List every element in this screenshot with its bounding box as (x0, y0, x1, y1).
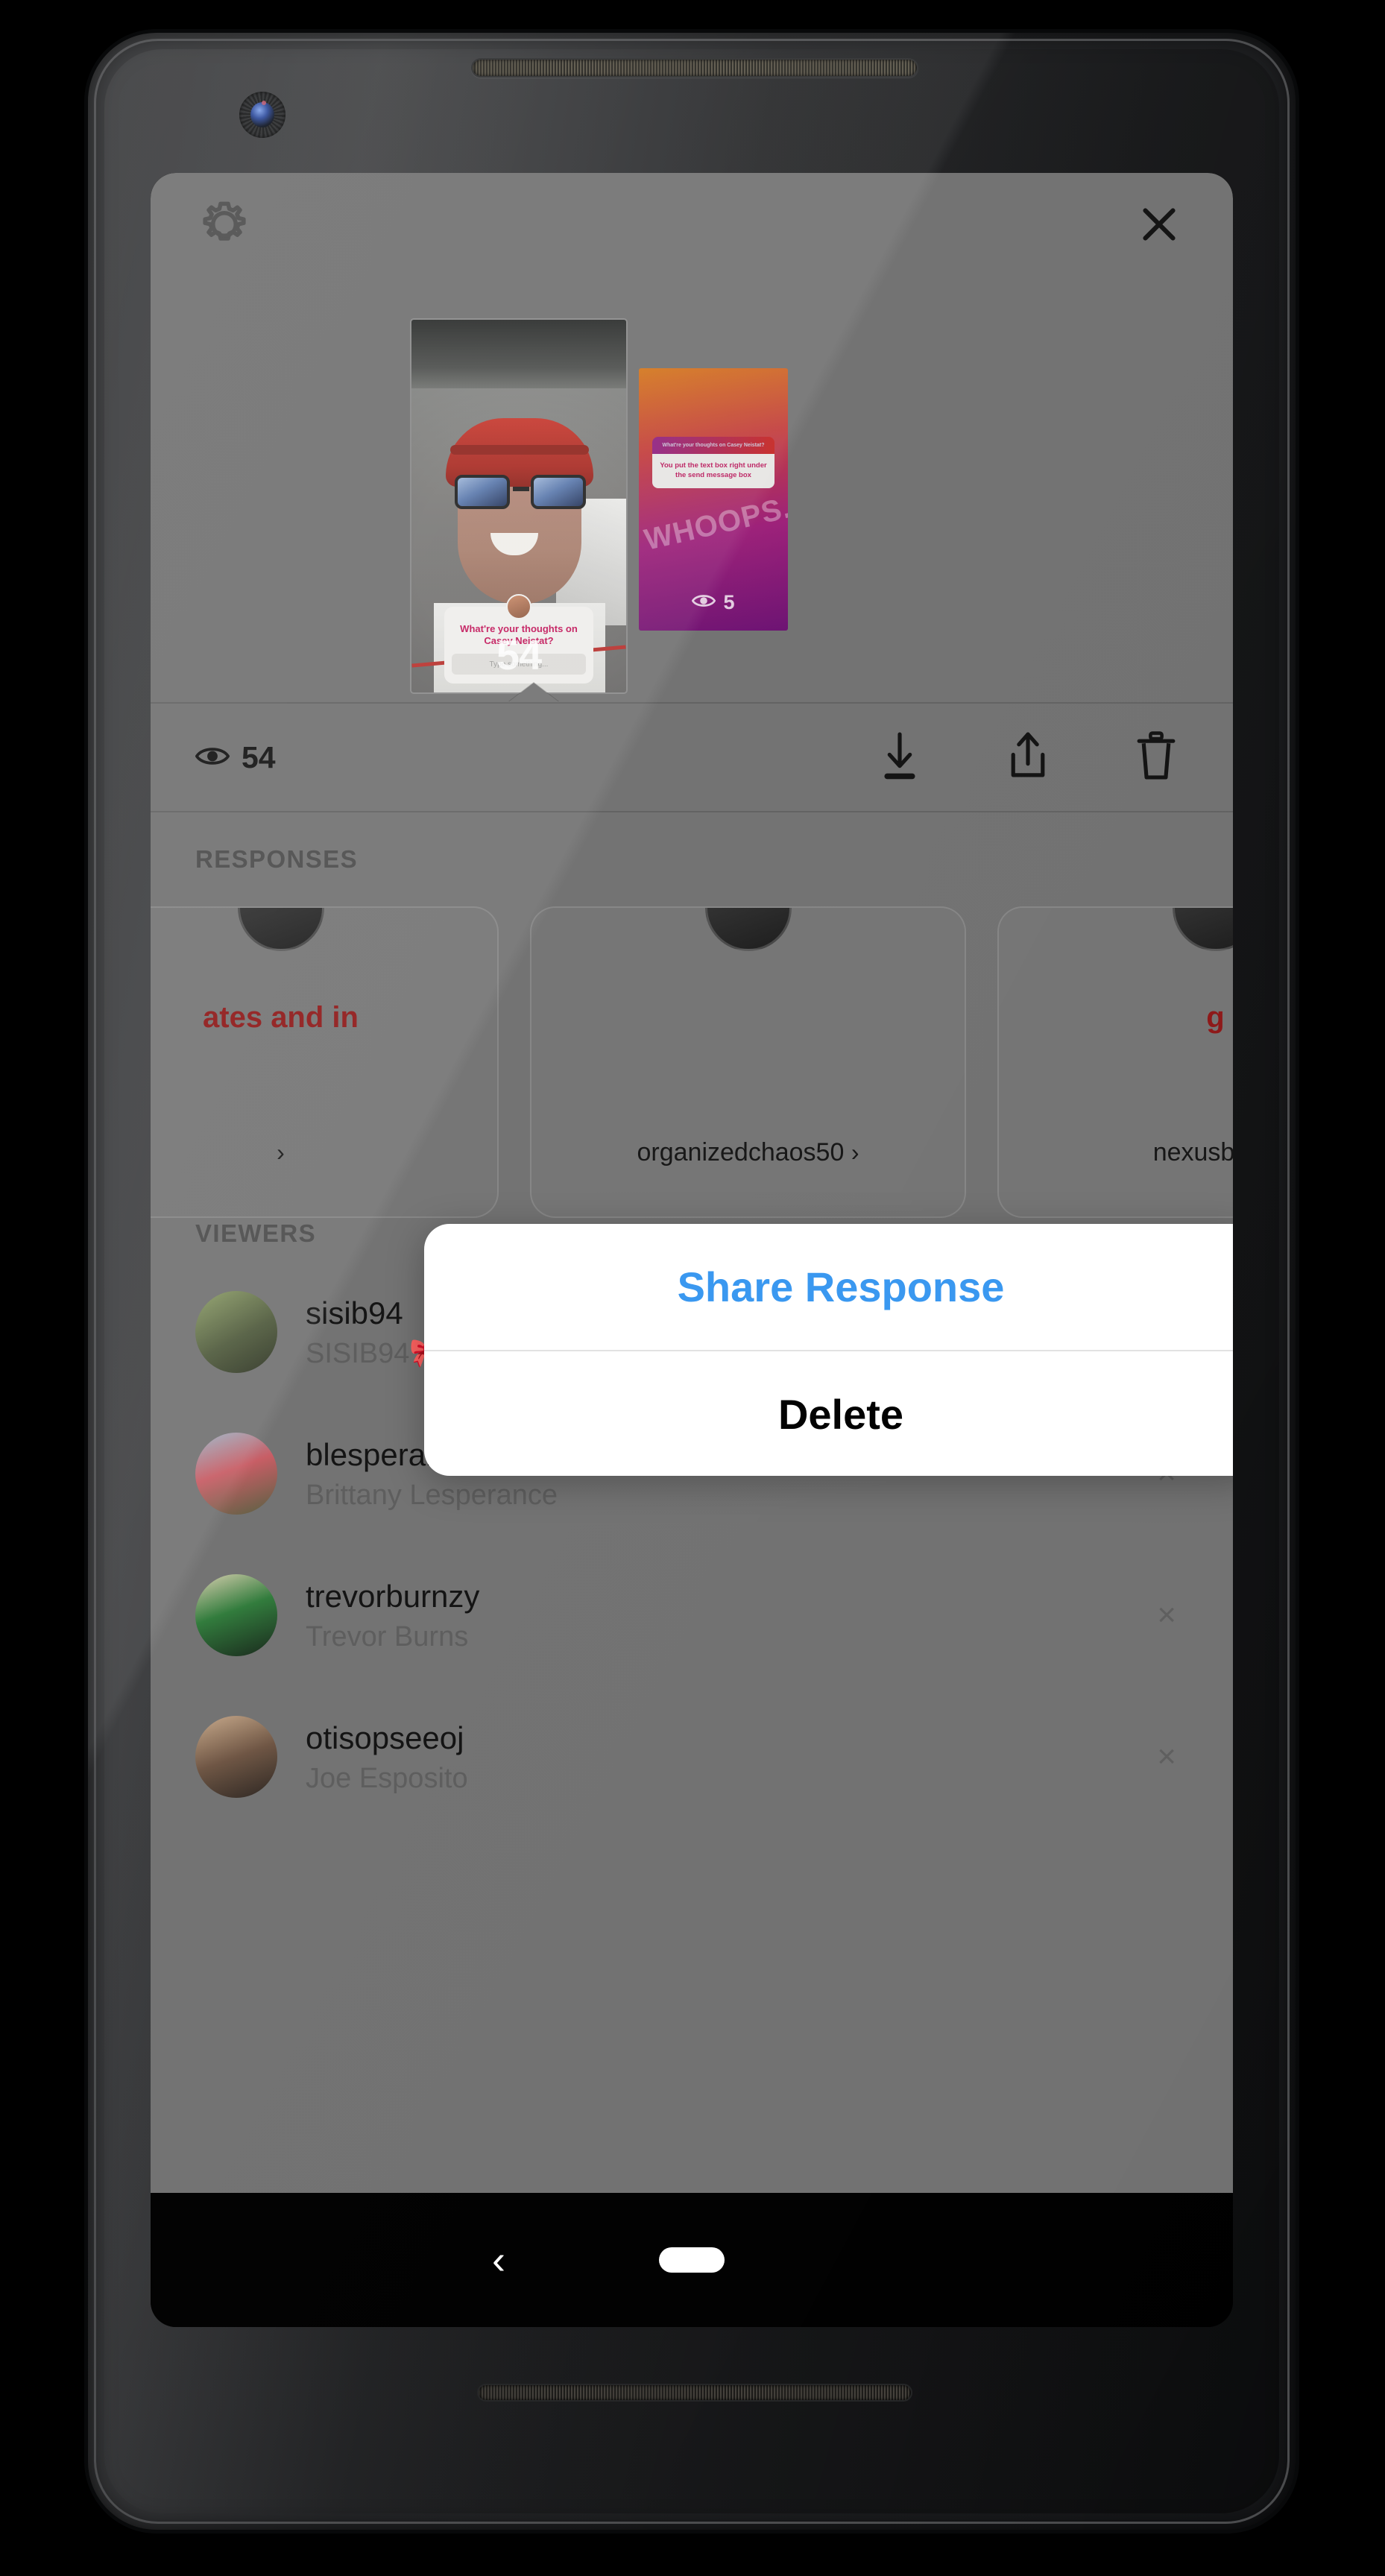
home-pill-button[interactable] (659, 2247, 725, 2273)
story-cap-strap (450, 445, 589, 455)
response-username: organizedchaos50 (637, 1138, 845, 1167)
viewer-meta: trevorburnzy Trevor Burns (306, 1577, 479, 1653)
trash-icon[interactable] (1133, 730, 1179, 786)
sticker-question: What're your thoughts on Casey Neistat? (652, 437, 774, 455)
screenshot-root: What're your thoughts on Casey Neistat? … (0, 0, 1385, 2576)
chevron-right-icon: › (851, 1139, 859, 1166)
selected-story-caret (508, 683, 559, 702)
story-insights-sheet: What're your thoughts on Casey Neistat? … (151, 173, 1233, 2193)
responses-list: ates and in › organizedchaos50 › g nexus… (151, 874, 1233, 1218)
response-card[interactable]: ates and in › (151, 906, 499, 1218)
sticker-avatar (506, 593, 531, 619)
glasses-bridge (513, 487, 529, 491)
remove-viewer-icon[interactable]: × (1157, 1740, 1176, 1773)
back-button[interactable]: ‹ (492, 2240, 505, 2280)
viewer-fullname: Brittany Lesperance (306, 1479, 558, 1511)
speaker-grille-bottom (477, 2384, 912, 2402)
response-username: nexusben (1152, 1138, 1233, 1167)
story-sunglasses (453, 475, 587, 511)
avatar (195, 1433, 277, 1515)
lens-right (531, 475, 586, 509)
question-sticker-answered: What're your thoughts on Casey Neistat? … (652, 437, 774, 488)
eye-icon (692, 591, 716, 614)
story-view-count-group: 5 (639, 591, 788, 614)
front-camera (239, 92, 285, 138)
story-view-count: 5 (723, 591, 735, 613)
avatar (1172, 908, 1233, 951)
response-text: g (1206, 1001, 1225, 1034)
story-actions-bar: 54 (151, 702, 1233, 812)
stories-strip: What're your thoughts on Casey Neistat? … (151, 277, 1233, 702)
gear-icon[interactable] (195, 195, 253, 253)
viewer-username: trevorburnzy (306, 1579, 480, 1614)
delete-button[interactable]: Delete (424, 1351, 1233, 1476)
viewer-fullname: Joe Esposito (306, 1762, 468, 1794)
story-thumbnail-selected[interactable]: What're your thoughts on Casey Neistat? … (411, 320, 626, 692)
avatar (237, 908, 324, 951)
share-response-button[interactable]: Share Response (424, 1224, 1233, 1350)
action-sheet-dialog: Share Response Delete (424, 1224, 1233, 1476)
android-navigation-bar: ‹ (151, 2193, 1233, 2327)
avatar (195, 1291, 277, 1373)
action-icon-group (877, 730, 1179, 786)
viewer-meta: otisopseeoj Joe Esposito (306, 1719, 468, 1795)
response-text: ates and in (203, 1001, 359, 1034)
views-count: 54 (242, 739, 276, 774)
speaker-grille (471, 58, 918, 78)
avatar (704, 908, 792, 951)
close-icon[interactable] (1132, 197, 1187, 252)
remove-viewer-icon[interactable]: × (1157, 1599, 1176, 1632)
story-sky (411, 320, 626, 388)
avatar (195, 1574, 277, 1656)
responses-title: RESPONSES (195, 845, 358, 873)
response-card[interactable]: organizedchaos50 › (530, 906, 966, 1218)
download-icon[interactable] (877, 730, 923, 786)
response-card[interactable]: g nexusben › (997, 906, 1233, 1218)
sticker-answer: You put the text box right under the sen… (652, 454, 774, 488)
viewer-username: otisopseeoj (306, 1720, 464, 1756)
viewer-list-item[interactable]: trevorburnzy Trevor Burns × (151, 1544, 1233, 1686)
story-view-count: 54 (496, 631, 542, 678)
sheet-header (151, 173, 1233, 277)
response-username-row[interactable]: organizedchaos50 › (531, 1138, 965, 1167)
chevron-right-icon: › (277, 1139, 285, 1166)
viewer-fullname: Trevor Burns (306, 1620, 469, 1652)
views-count-group[interactable]: 54 (195, 740, 276, 775)
story-thumbnail[interactable]: What're your thoughts on Casey Neistat? … (639, 368, 788, 631)
lens-left (455, 475, 510, 509)
share-icon[interactable] (1005, 730, 1051, 786)
response-username-row[interactable]: › (151, 1138, 497, 1167)
eye-icon (195, 740, 230, 775)
avatar (195, 1716, 277, 1798)
phone-screen: What're your thoughts on Casey Neistat? … (151, 173, 1233, 2327)
response-username-row[interactable]: nexusben › (999, 1138, 1233, 1167)
viewer-list-item[interactable]: otisopseeoj Joe Esposito × (151, 1686, 1233, 1828)
